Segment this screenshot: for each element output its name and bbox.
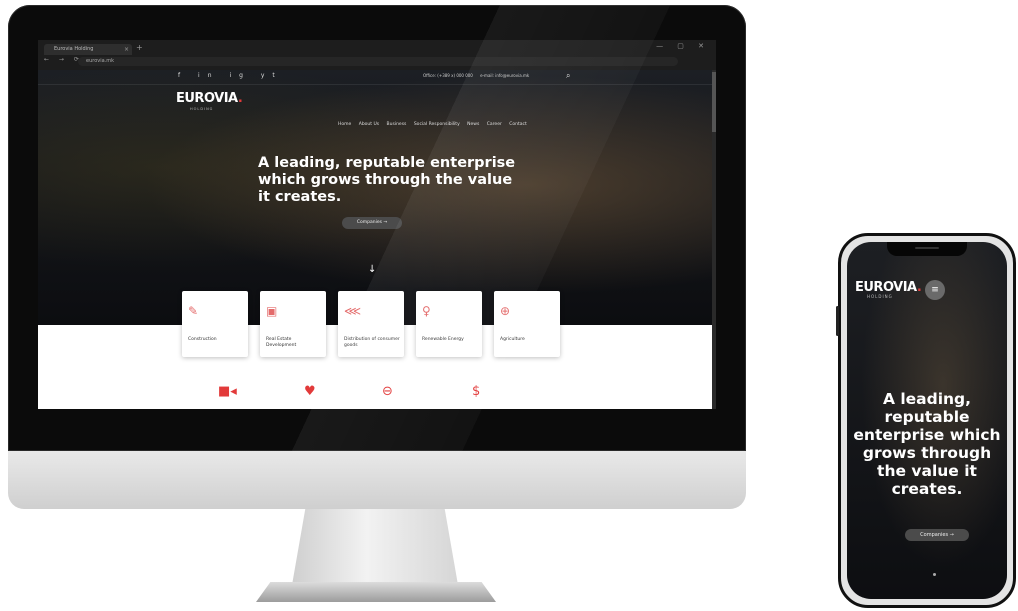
social-icons: f in ig yt [178, 72, 283, 79]
feature-icons-row: ■◂ ♥ ⊖ $ [38, 385, 716, 405]
office-phone: Office: (+389 x) 000 000 [423, 73, 473, 78]
phone-scroll-indicator [933, 573, 936, 576]
tab-close-icon[interactable]: × [124, 44, 129, 55]
card-distribution[interactable]: ⋘ Distribution of consumer goods [338, 291, 404, 357]
desktop-screen: Eurovia Holding × + — ▢ ✕ ← → ⟳ eurovia.… [38, 40, 716, 409]
phone-companies-button[interactable]: Companies → [905, 529, 969, 541]
menu-item-news[interactable]: News [467, 122, 479, 127]
menu-item-social-responsibility[interactable]: Social Responsibility [414, 122, 460, 127]
phone-side-button [836, 306, 839, 336]
ticket-icon: ⊖ [382, 384, 393, 399]
top-info-bar: f in ig yt Office: (+389 x) 000 000 e-ma… [38, 70, 716, 85]
card-construction[interactable]: ✎ Construction [182, 291, 248, 357]
phone-hero-headline: A leading, reputable enterprise which gr… [853, 390, 1001, 498]
card-label: Agriculture [500, 337, 525, 342]
email-link[interactable]: e-mail: info@eurovia.mk [480, 73, 529, 78]
card-renewable-energy[interactable]: ♀ Renewable Energy [416, 291, 482, 357]
camera-icon: ■◂ [218, 384, 237, 399]
phone-speaker [915, 247, 939, 249]
linkedin-icon[interactable]: in [198, 72, 219, 79]
new-tab-icon[interactable]: + [136, 43, 143, 52]
contact-info: Office: (+389 x) 000 000 e-mail: info@eu… [423, 73, 535, 78]
phone-logo-text: EUROVIA [855, 280, 917, 295]
dollar-icon: $ [472, 384, 481, 399]
card-agriculture[interactable]: ⊕ Agriculture [494, 291, 560, 357]
facebook-icon[interactable]: f [178, 72, 188, 79]
site-logo[interactable]: EUROVIA. [176, 91, 243, 106]
instagram-icon[interactable]: ig [229, 72, 250, 79]
menu-item-contact[interactable]: Contact [509, 122, 527, 127]
phone-device: EUROVIA. HOLDING ≡ A leading, reputable … [836, 233, 1016, 608]
heart-icon: ♥ [304, 384, 316, 399]
phone-logo-accent: . [916, 280, 922, 295]
menu-item-career[interactable]: Career [487, 122, 502, 127]
globe-icon: ⊕ [500, 304, 511, 318]
browser-tab[interactable]: Eurovia Holding × [44, 44, 132, 55]
hamburger-menu-icon[interactable]: ≡ [925, 280, 945, 300]
building-icon: ▣ [266, 304, 278, 318]
imac-stand-neck [292, 509, 458, 585]
tab-title: Eurovia Holding [54, 46, 94, 52]
phone-screen: EUROVIA. HOLDING ≡ A leading, reputable … [847, 242, 1007, 599]
phone-logo-subtitle: HOLDING [867, 294, 893, 299]
imac-chin [8, 451, 746, 509]
address-bar[interactable]: eurovia.mk [78, 57, 678, 66]
card-label: Construction [188, 337, 217, 342]
card-label: Renewable Energy [422, 337, 464, 342]
card-real-estate[interactable]: ▣ Real Estate Development [260, 291, 326, 357]
youtube-icon[interactable]: yt [261, 72, 283, 79]
hero-headline: A leading, reputable enterprise which gr… [258, 155, 516, 205]
logo-accent: . [237, 91, 243, 106]
menu-item-home[interactable]: Home [338, 122, 351, 127]
scroll-down-icon[interactable]: ↓ [368, 264, 376, 275]
browser-toolbar: Eurovia Holding × + — ▢ ✕ ← → ⟳ eurovia.… [38, 40, 716, 71]
main-menu: Home About Us Business Social Responsibi… [338, 122, 533, 127]
window-controls[interactable]: — ▢ ✕ [656, 42, 710, 50]
phone-notch [887, 242, 967, 256]
card-label: Real Estate Development [266, 337, 297, 348]
bulb-icon: ♀ [422, 304, 431, 318]
logo-text: EUROVIA [176, 91, 238, 106]
hero-section: f in ig yt Office: (+389 x) 000 000 e-ma… [38, 70, 716, 325]
logo-subtitle: HOLDING [190, 107, 214, 111]
scrollbar-thumb[interactable] [712, 72, 716, 132]
menu-item-about[interactable]: About Us [359, 122, 379, 127]
share-icon: ⋘ [344, 304, 362, 318]
phone-site-logo[interactable]: EUROVIA. [855, 280, 922, 295]
companies-button[interactable]: Companies → [342, 217, 402, 229]
imac-stand-foot [256, 582, 496, 602]
edit-icon: ✎ [188, 304, 199, 318]
menu-item-business[interactable]: Business [387, 122, 407, 127]
card-label: Distribution of consumer goods [344, 337, 400, 348]
search-icon[interactable]: ⌕ [566, 71, 570, 81]
business-cards: ✎ Construction ▣ Real Estate Development… [182, 291, 572, 357]
